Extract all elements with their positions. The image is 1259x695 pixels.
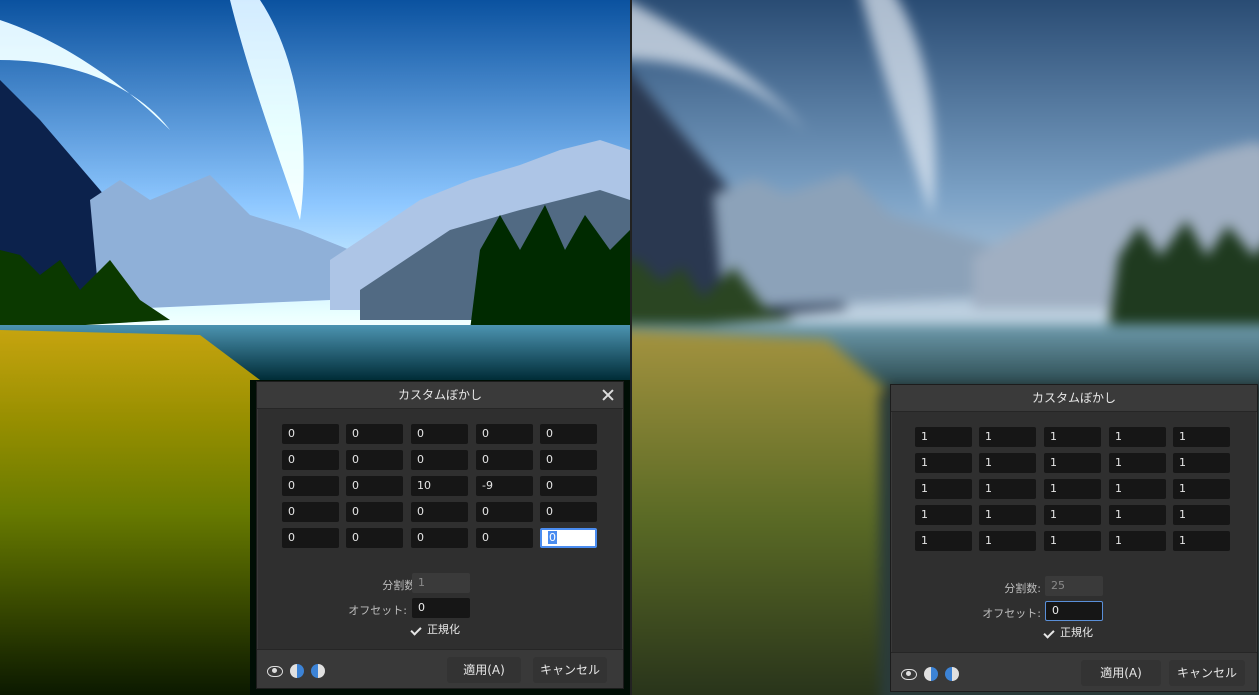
- offset-field[interactable]: 0: [412, 598, 470, 618]
- cancel-button[interactable]: キャンセル: [1169, 660, 1245, 686]
- split-preview-icon[interactable]: [290, 663, 305, 678]
- left-image-panel: カスタムぼかし 0 0 0 0 0 0 0 0 0 0 0 0 10 -9 0 …: [0, 0, 630, 695]
- matrix-cell[interactable]: 0: [282, 476, 339, 496]
- matrix-cell[interactable]: 0: [476, 528, 533, 548]
- matrix-cell[interactable]: 1: [1044, 479, 1101, 499]
- matrix-cell[interactable]: 1: [979, 531, 1036, 551]
- division-field: 1: [412, 573, 470, 593]
- matrix-cell[interactable]: 0: [346, 476, 403, 496]
- matrix-cell[interactable]: 1: [1109, 505, 1166, 525]
- matrix-cell[interactable]: 1: [1044, 453, 1101, 473]
- matrix-cell[interactable]: 0: [540, 502, 597, 522]
- division-label: 分割数:: [382, 579, 419, 592]
- matrix-cell[interactable]: 1: [1173, 479, 1230, 499]
- matrix-cell-active[interactable]: 0: [540, 528, 597, 548]
- matrix-cell[interactable]: 0: [476, 450, 533, 470]
- matrix-cell[interactable]: 1: [1173, 427, 1230, 447]
- offset-label: オフセット:: [982, 607, 1041, 620]
- close-icon[interactable]: [599, 386, 617, 404]
- matrix-cell[interactable]: 0: [540, 424, 597, 444]
- matrix-cell[interactable]: 0: [282, 502, 339, 522]
- eye-icon[interactable]: [267, 666, 283, 677]
- cancel-button[interactable]: キャンセル: [533, 657, 607, 683]
- matrix-cell[interactable]: 1: [1109, 531, 1166, 551]
- matrix-cell[interactable]: 1: [915, 479, 972, 499]
- matrix-cell[interactable]: 1: [1109, 453, 1166, 473]
- preview-toggle-group: [901, 663, 961, 681]
- matrix-cell[interactable]: 1: [915, 453, 972, 473]
- matrix-cell[interactable]: 1: [915, 427, 972, 447]
- checkmark-icon: [1043, 628, 1054, 639]
- matrix-cell[interactable]: 0: [411, 424, 468, 444]
- division-label: 分割数:: [1004, 582, 1041, 595]
- split-preview-icon[interactable]: [924, 666, 939, 681]
- checkmark-icon: [410, 625, 421, 636]
- matrix-cell[interactable]: 0: [540, 476, 597, 496]
- matrix-cell[interactable]: 0: [411, 502, 468, 522]
- split-preview-alt-icon[interactable]: [945, 666, 960, 681]
- matrix-cell[interactable]: 1: [1109, 427, 1166, 447]
- division-field: 25: [1045, 576, 1103, 596]
- apply-button[interactable]: 適用(A): [1081, 660, 1161, 686]
- matrix-cell[interactable]: 1: [1173, 531, 1230, 551]
- matrix-cell[interactable]: 0: [476, 502, 533, 522]
- normalize-checkbox[interactable]: 正規化: [410, 621, 460, 637]
- matrix-cell[interactable]: 1: [979, 453, 1036, 473]
- preview-toggle-group: [267, 660, 327, 678]
- matrix-cell[interactable]: 1: [1044, 427, 1101, 447]
- matrix-cell[interactable]: 1: [1109, 479, 1166, 499]
- matrix-cell[interactable]: 1: [915, 505, 972, 525]
- matrix-cell[interactable]: 10: [411, 476, 468, 496]
- dialog-title: カスタムぼかし: [1031, 391, 1116, 405]
- matrix-cell[interactable]: 0: [282, 424, 339, 444]
- matrix-cell[interactable]: 0: [540, 450, 597, 470]
- split-preview-alt-icon[interactable]: [311, 663, 326, 678]
- matrix-cell[interactable]: 1: [915, 531, 972, 551]
- matrix-cell[interactable]: 0: [476, 424, 533, 444]
- matrix-cell[interactable]: 1: [1173, 505, 1230, 525]
- dialog-title-bar[interactable]: カスタムぼかし: [257, 382, 623, 409]
- apply-button[interactable]: 適用(A): [447, 657, 521, 683]
- matrix-cell[interactable]: 1: [979, 505, 1036, 525]
- matrix-cell[interactable]: 1: [1173, 453, 1230, 473]
- matrix-cell[interactable]: 0: [282, 450, 339, 470]
- matrix-cell[interactable]: 0: [411, 528, 468, 548]
- matrix-cell[interactable]: 0: [411, 450, 468, 470]
- custom-blur-dialog: カスタムぼかし 0 0 0 0 0 0 0 0 0 0 0 0 10 -9 0 …: [256, 381, 624, 689]
- eye-icon[interactable]: [901, 669, 917, 680]
- normalize-label: 正規化: [1060, 626, 1093, 639]
- offset-field[interactable]: 0: [1045, 601, 1103, 621]
- normalize-label: 正規化: [427, 623, 460, 636]
- offset-label: オフセット:: [348, 604, 407, 617]
- matrix-cell-selected-text: 0: [548, 531, 557, 544]
- normalize-checkbox[interactable]: 正規化: [1043, 624, 1093, 640]
- matrix-cell[interactable]: -9: [476, 476, 533, 496]
- custom-blur-dialog: カスタムぼかし 1 1 1 1 1 1 1 1 1 1 1 1 1 1 1 1 …: [890, 384, 1258, 692]
- matrix-cell[interactable]: 0: [346, 528, 403, 548]
- right-image-panel: カスタムぼかし 1 1 1 1 1 1 1 1 1 1 1 1 1 1 1 1 …: [632, 0, 1259, 695]
- matrix-cell[interactable]: 1: [1044, 505, 1101, 525]
- matrix-cell[interactable]: 1: [1044, 531, 1101, 551]
- matrix-cell[interactable]: 0: [346, 450, 403, 470]
- dialog-footer: 適用(A) キャンセル: [891, 652, 1257, 691]
- dialog-footer: 適用(A) キャンセル: [257, 649, 623, 688]
- matrix-cell[interactable]: 1: [979, 479, 1036, 499]
- dialog-title-bar[interactable]: カスタムぼかし: [891, 385, 1257, 412]
- matrix-cell[interactable]: 1: [979, 427, 1036, 447]
- matrix-cell[interactable]: 0: [346, 424, 403, 444]
- matrix-cell[interactable]: 0: [282, 528, 339, 548]
- dialog-title: カスタムぼかし: [397, 388, 482, 402]
- matrix-cell[interactable]: 0: [346, 502, 403, 522]
